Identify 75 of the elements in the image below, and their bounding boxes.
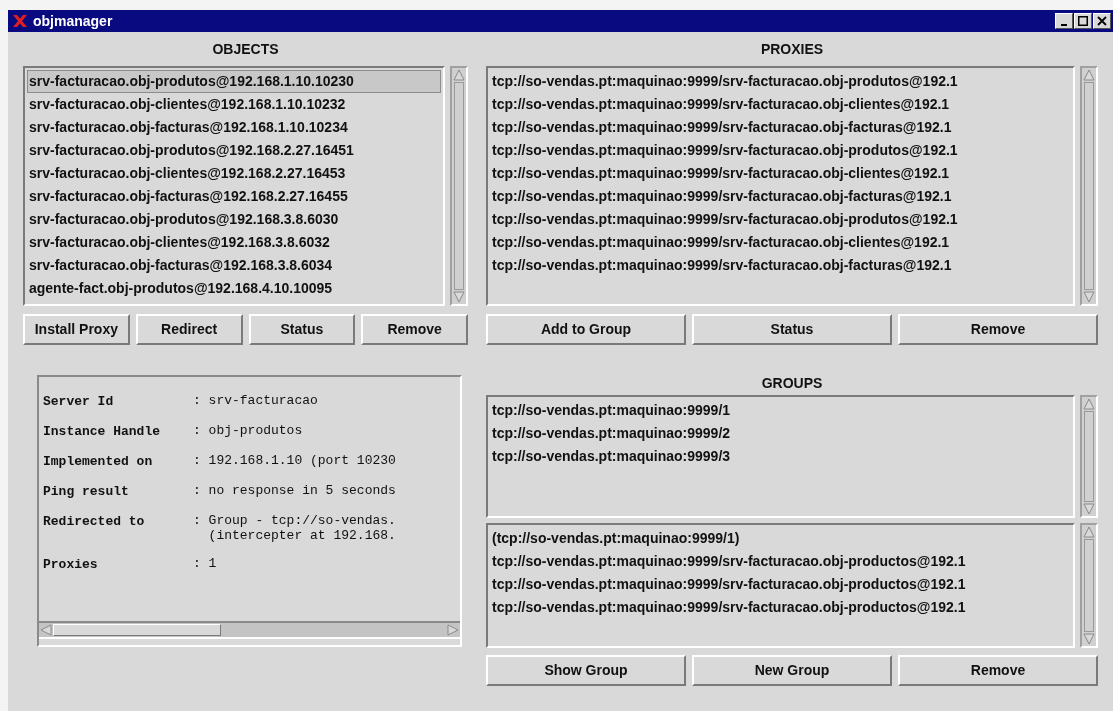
section-title: GROUPS xyxy=(761,374,823,393)
list-item[interactable]: tcp://so-vendas.pt:maquinao:9999/srv-facturacao.obj-clientes@192.1 xyxy=(490,162,1071,185)
list-item[interactable]: (tcp://so-vendas.pt:maquinao:9999/1) xyxy=(490,527,1071,550)
list-item[interactable]: srv-facturacao.obj-facturas@192.168.2.27.16455 xyxy=(27,185,441,208)
close-icon xyxy=(1097,16,1107,26)
list-item[interactable]: tcp://so-vendas.pt:maquinao:9999/2 xyxy=(490,422,1071,445)
scroll-up-arrow-icon[interactable] xyxy=(452,68,466,82)
button[interactable]: Status xyxy=(248,314,356,345)
scrollbar[interactable] xyxy=(1080,395,1098,518)
list-item[interactable]: tcp://so-vendas.pt:maquinao:9999/srv-facturacao.obj-clientes@192.1 xyxy=(490,93,1071,116)
detail-value: : srv-facturacao xyxy=(193,393,318,408)
list-item[interactable]: srv-facturacao.obj-produtos@192.168.1.10.10230 xyxy=(27,70,441,93)
list-item[interactable]: tcp://so-vendas.pt:maquinao:9999/srv-facturacao.obj-facturas@192.1 xyxy=(490,116,1071,139)
list-item[interactable]: tcp://so-vendas.pt:maquinao:9999/srv-facturacao.obj-productos@192.1 xyxy=(490,596,1071,619)
list-item[interactable]: srv-facturacao.obj-produtos@192.168.2.27.16451 xyxy=(27,139,441,162)
detail-value: : 1 xyxy=(193,556,217,571)
scroll-down-arrow-icon[interactable] xyxy=(1082,290,1096,304)
scroll-up-arrow-icon[interactable] xyxy=(1082,68,1096,82)
maximize-button[interactable] xyxy=(1074,13,1092,29)
scroll-up-arrow-icon[interactable] xyxy=(1082,525,1096,539)
scroll-down-arrow-icon[interactable] xyxy=(452,290,466,304)
scroll-down-arrow-icon[interactable] xyxy=(1082,502,1096,516)
list-item[interactable]: tcp://so-vendas.pt:maquinao:9999/srv-facturacao.obj-produtos@192.1 xyxy=(490,70,1071,93)
scrollbar[interactable] xyxy=(1080,66,1098,306)
section-title: OBJECTS xyxy=(212,40,279,59)
detail-label: Instance Handle xyxy=(43,423,162,440)
button[interactable]: Remove xyxy=(361,314,468,345)
list-item[interactable]: tcp://so-vendas.pt:maquinao:9999/srv-facturacao.obj-produtos@192.1 xyxy=(490,208,1071,231)
minimize-icon xyxy=(1061,24,1067,26)
list-item[interactable]: tcp://so-vendas.pt:maquinao:9999/1 xyxy=(490,399,1071,422)
button[interactable]: Show Group xyxy=(486,655,686,686)
button[interactable]: Redirect xyxy=(135,314,243,345)
list-item[interactable]: tcp://so-vendas.pt:maquinao:9999/srv-facturacao.obj-clientes@192.1 xyxy=(490,231,1071,254)
scroll-up-arrow-icon[interactable] xyxy=(1082,397,1096,411)
minimize-button[interactable] xyxy=(1055,13,1073,29)
button[interactable]: Remove xyxy=(898,655,1098,686)
detail-value: : obj-produtos xyxy=(193,423,303,438)
section-title: PROXIES xyxy=(760,40,824,59)
maximize-icon xyxy=(1078,16,1088,26)
list-item[interactable]: agente-fact.obj-produtos@192.168.4.10.10095 xyxy=(27,277,441,300)
list-item[interactable]: tcp://so-vendas.pt:maquinao:9999/srv-facturacao.obj-facturas@192.1 xyxy=(490,185,1071,208)
horizontal-scrollbar[interactable] xyxy=(39,621,460,639)
list-item[interactable]: srv-facturacao.obj-clientes@192.168.3.8.6032 xyxy=(27,231,441,254)
detail-value: : no response in 5 seconds xyxy=(193,483,396,498)
detail-label: Redirected to xyxy=(43,513,146,531)
scrollbar[interactable] xyxy=(450,66,468,306)
list-item[interactable]: tcp://so-vendas.pt:maquinao:9999/srv-facturacao.obj-produtos@192.1 xyxy=(490,139,1071,162)
close-button[interactable] xyxy=(1093,13,1111,29)
detail-value: (intercepter at 192.168. xyxy=(207,528,396,543)
detail-value: : Group - tcp://so-vendas. xyxy=(193,513,396,528)
list-item[interactable]: srv-facturacao.obj-facturas@192.168.3.8.6034 xyxy=(27,254,441,277)
button[interactable]: Install Proxy xyxy=(23,314,130,345)
scroll-down-arrow-icon[interactable] xyxy=(1082,632,1096,646)
button[interactable]: New Group xyxy=(692,655,892,686)
detail-label: Ping result xyxy=(43,483,130,500)
x-logo-icon xyxy=(12,14,28,28)
scrollbar[interactable] xyxy=(1080,523,1098,648)
detail-label: Server Id xyxy=(43,393,115,410)
list-item[interactable]: srv-facturacao.obj-produtos@192.168.3.8.6030 xyxy=(27,208,441,231)
list-item[interactable]: srv-facturacao.obj-facturas@192.168.1.10.10234 xyxy=(27,116,441,139)
button[interactable]: Add to Group xyxy=(486,314,686,345)
button[interactable]: Status xyxy=(692,314,892,345)
list-item[interactable]: srv-facturacao.obj-clientes@192.168.1.10.10232 xyxy=(27,93,441,116)
detail-label: Implemented on xyxy=(43,453,154,470)
button[interactable]: Remove xyxy=(898,314,1098,345)
window-title: objmanager xyxy=(33,11,113,31)
scroll-right-arrow-icon[interactable] xyxy=(446,623,460,637)
detail-label: Proxies xyxy=(43,556,99,573)
list-item[interactable]: tcp://so-vendas.pt:maquinao:9999/srv-facturacao.obj-productos@192.1 xyxy=(490,550,1071,573)
scroll-left-arrow-icon[interactable] xyxy=(39,623,53,637)
list-item[interactable]: tcp://so-vendas.pt:maquinao:9999/srv-facturacao.obj-productos@192.1 xyxy=(490,573,1071,596)
list-item[interactable]: tcp://so-vendas.pt:maquinao:9999/3 xyxy=(490,445,1071,468)
list-item[interactable]: srv-facturacao.obj-clientes@192.168.2.27.16453 xyxy=(27,162,441,185)
list-item[interactable]: tcp://so-vendas.pt:maquinao:9999/srv-facturacao.obj-facturas@192.1 xyxy=(490,254,1071,277)
detail-value: : 192.168.1.10 (port 10230 xyxy=(193,453,396,468)
